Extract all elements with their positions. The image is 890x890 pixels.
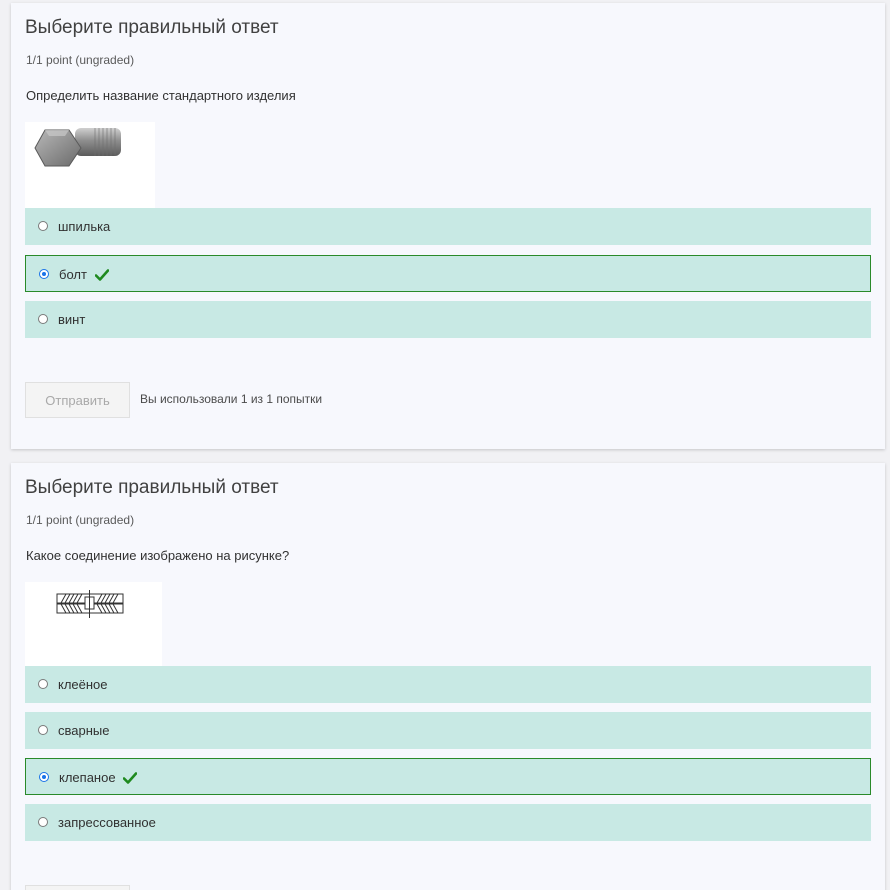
- question-points: 1/1 point (ungraded): [26, 53, 135, 67]
- choice-label: шпилька: [58, 219, 111, 234]
- radio-button[interactable]: [38, 817, 48, 827]
- radio-button[interactable]: [38, 314, 48, 324]
- choice-label: болт: [59, 267, 87, 282]
- radio-button[interactable]: [38, 679, 48, 689]
- radio-button-selected[interactable]: [39, 772, 49, 782]
- question-text: Какое соединение изображено на рисунке?: [26, 548, 290, 563]
- question-title: Выберите правильный ответ: [25, 17, 279, 38]
- problem-card-2: Выберите правильный ответ 1/1 point (ung…: [11, 463, 885, 890]
- radio-button[interactable]: [38, 221, 48, 231]
- hex-bolt-image: [25, 122, 155, 208]
- choice-label: запрессованное: [58, 815, 156, 830]
- checkmark-icon: [94, 269, 109, 281]
- choice-label: сварные: [58, 723, 110, 738]
- choice-kleenoe[interactable]: клеёное: [25, 666, 871, 703]
- choice-label-wrap: болт: [59, 267, 109, 282]
- choice-label: клеёное: [58, 677, 108, 692]
- submit-button[interactable]: [25, 885, 130, 890]
- attempts-text: Вы использовали 1 из 1 попытки: [140, 392, 323, 406]
- rivet-joint-illustration: [56, 590, 124, 618]
- radio-button-selected[interactable]: [39, 269, 49, 279]
- choice-shpilka[interactable]: шпилька: [25, 208, 871, 245]
- question-points: 1/1 point (ungraded): [26, 513, 135, 527]
- rivet-joint-image: [25, 582, 162, 666]
- bolt-illustration: [34, 128, 121, 167]
- checkmark-icon: [123, 772, 138, 784]
- choice-vint[interactable]: винт: [25, 301, 871, 338]
- page: Выберите правильный ответ 1/1 point (ung…: [0, 0, 890, 890]
- choice-zapressovannoe[interactable]: запрессованное: [25, 804, 871, 841]
- choice-svarnye[interactable]: сварные: [25, 712, 871, 749]
- choice-label: винт: [58, 312, 86, 327]
- problem-card-1: Выберите правильный ответ 1/1 point (ung…: [11, 3, 885, 449]
- submit-button[interactable]: Отправить: [25, 382, 130, 418]
- question-text: Определить название стандартного изделия: [26, 88, 296, 103]
- choice-klepanoe[interactable]: клепаное: [25, 758, 871, 795]
- choice-label-wrap: клепаное: [59, 770, 138, 785]
- choice-bolt[interactable]: болт: [25, 255, 871, 292]
- radio-button[interactable]: [38, 725, 48, 735]
- choice-label: клепаное: [59, 770, 116, 785]
- question-title: Выберите правильный ответ: [25, 477, 279, 498]
